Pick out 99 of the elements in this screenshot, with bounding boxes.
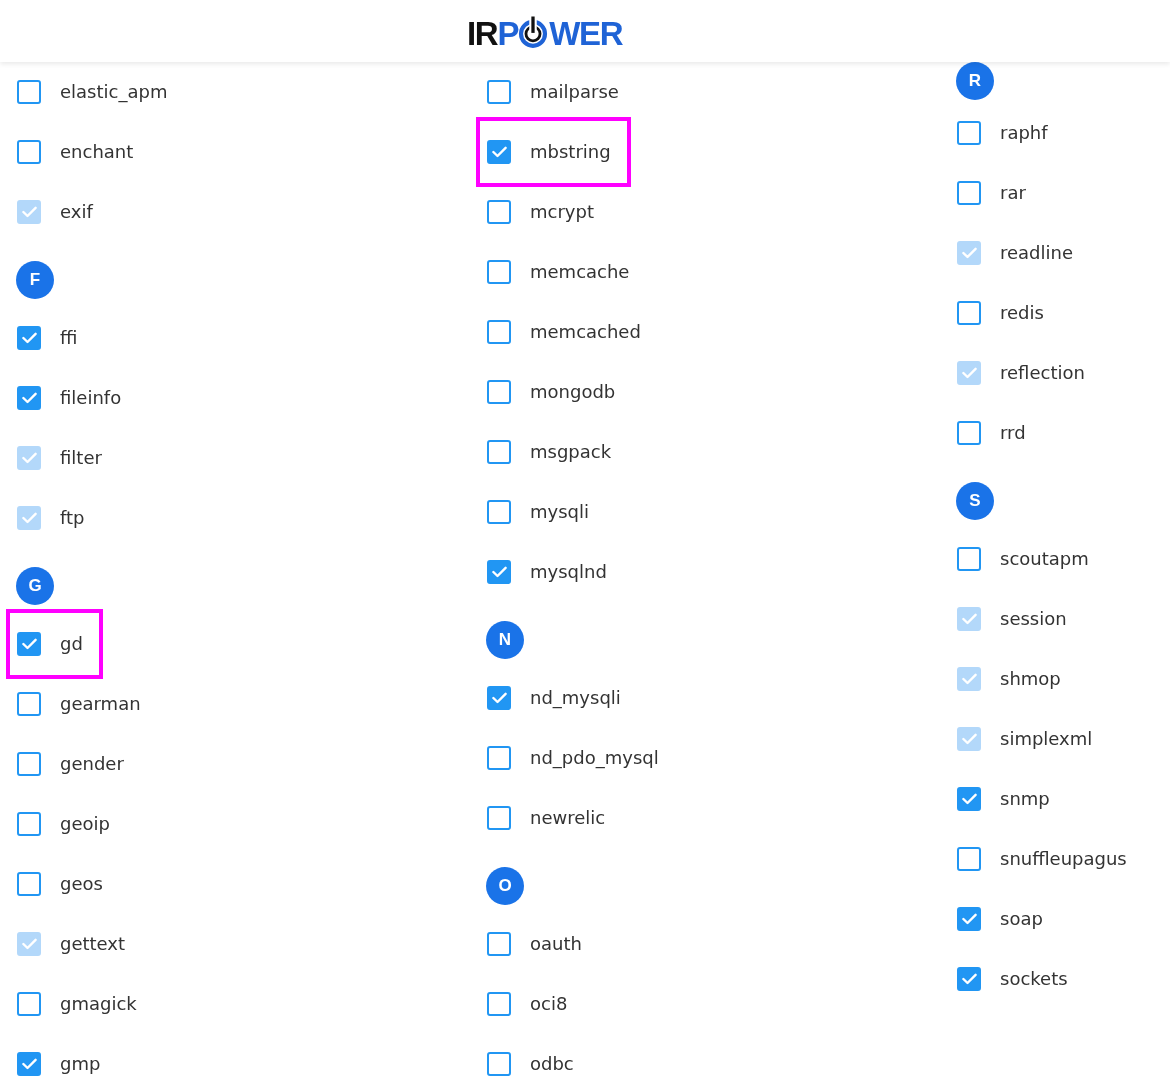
checkbox[interactable] (957, 181, 981, 205)
option-label[interactable]: oci8 (530, 992, 568, 1016)
checkbox[interactable] (487, 260, 511, 284)
checkbox[interactable] (17, 812, 41, 836)
option-label[interactable]: gd (60, 632, 83, 656)
checkbox[interactable] (957, 967, 981, 991)
checkbox[interactable] (487, 806, 511, 830)
option-label[interactable]: rar (1000, 181, 1026, 205)
checkbox[interactable] (487, 746, 511, 770)
letter-badge: O (486, 867, 524, 905)
checkbox[interactable] (957, 907, 981, 931)
checkbox[interactable] (957, 787, 981, 811)
option-label[interactable]: soap (1000, 907, 1043, 931)
option-label[interactable]: gearman (60, 692, 141, 716)
option-label[interactable]: geoip (60, 812, 110, 836)
checkbox[interactable] (487, 1052, 511, 1076)
option-label[interactable]: memcached (530, 320, 641, 344)
checkmark-icon (961, 973, 977, 985)
checkbox[interactable] (17, 1052, 41, 1076)
option-label[interactable]: nd_pdo_mysql (530, 746, 659, 770)
option-label[interactable]: ffi (60, 326, 78, 350)
checkbox[interactable] (487, 380, 511, 404)
option-label[interactable]: gmagick (60, 992, 137, 1016)
checkbox[interactable] (957, 547, 981, 571)
option-label[interactable]: enchant (60, 140, 134, 164)
checkbox[interactable] (957, 421, 981, 445)
option-label[interactable]: newrelic (530, 806, 606, 830)
option-label[interactable]: mysqli (530, 500, 589, 524)
checkbox[interactable] (487, 686, 511, 710)
option-label[interactable]: mailparse (530, 80, 619, 104)
option-label[interactable]: snmp (1000, 787, 1050, 811)
option-label[interactable]: memcache (530, 260, 630, 284)
checkmark-icon (491, 566, 507, 578)
checkmark-icon (21, 1058, 37, 1070)
checkmark-icon (961, 793, 977, 805)
option-label[interactable]: geos (60, 872, 103, 896)
logo-text: P (497, 19, 519, 48)
option-label[interactable]: redis (1000, 301, 1044, 325)
option-label[interactable]: rrd (1000, 421, 1026, 445)
checkbox[interactable] (957, 121, 981, 145)
letter-badge: G (16, 567, 54, 605)
checkbox[interactable] (17, 140, 41, 164)
checkmark-icon (961, 733, 977, 745)
checkbox[interactable] (17, 752, 41, 776)
checkbox[interactable] (17, 80, 41, 104)
option-label[interactable]: mongodb (530, 380, 616, 404)
checkbox[interactable] (487, 560, 511, 584)
logo-text: WER (549, 19, 623, 48)
option-label[interactable]: elastic_apm (60, 80, 168, 104)
letter-badge: R (956, 62, 994, 100)
option-label[interactable]: mcrypt (530, 200, 594, 224)
option-label[interactable]: fileinfo (60, 386, 122, 410)
checkbox[interactable] (487, 80, 511, 104)
checkbox[interactable] (17, 386, 41, 410)
checkmark-icon (961, 613, 977, 625)
option-label[interactable]: raphf (1000, 121, 1048, 145)
option-label[interactable]: scoutapm (1000, 547, 1089, 571)
checkmark-icon (21, 332, 37, 344)
checkbox[interactable] (487, 500, 511, 524)
checkmark-icon (961, 913, 977, 925)
checkmark-icon (491, 146, 507, 158)
option-label[interactable]: oauth (530, 932, 582, 956)
checkmark-icon (961, 673, 977, 685)
checkbox[interactable] (957, 301, 981, 325)
checkbox[interactable] (487, 440, 511, 464)
logo-text: IR (467, 19, 498, 48)
option-label[interactable]: mbstring (530, 140, 611, 164)
checkbox[interactable] (17, 326, 41, 350)
power-icon (518, 14, 549, 48)
checkbox[interactable] (487, 200, 511, 224)
checkbox[interactable] (17, 872, 41, 896)
option-label[interactable]: nd_mysqli (530, 686, 621, 710)
option-label[interactable]: odbc (530, 1052, 574, 1076)
checkmark-icon (961, 367, 977, 379)
option-label[interactable]: snuffleupagus (1000, 847, 1127, 871)
checkbox[interactable] (17, 692, 41, 716)
checkbox[interactable] (487, 932, 511, 956)
checkmark-icon (21, 452, 37, 464)
checkmark-icon (961, 247, 977, 259)
checkbox[interactable] (957, 847, 981, 871)
option-label[interactable]: mysqlnd (530, 560, 607, 584)
checkbox[interactable] (487, 140, 511, 164)
checkmark-icon (21, 938, 37, 950)
checkbox[interactable] (487, 320, 511, 344)
letter-badge: N (486, 621, 524, 659)
option-label[interactable]: sockets (1000, 967, 1068, 991)
checkbox[interactable] (487, 992, 511, 1016)
checkmark-icon (21, 638, 37, 650)
checkmark-icon (21, 392, 37, 404)
option-label[interactable]: msgpack (530, 440, 612, 464)
letter-badge: F (16, 261, 54, 299)
checkmark-icon (21, 512, 37, 524)
checkbox[interactable] (17, 992, 41, 1016)
option-label[interactable]: gender (60, 752, 124, 776)
checkbox[interactable] (17, 632, 41, 656)
checkmark-icon (21, 206, 37, 218)
checkmark-icon (491, 692, 507, 704)
option-label[interactable]: gmp (60, 1052, 101, 1076)
letter-badge: S (956, 482, 994, 520)
